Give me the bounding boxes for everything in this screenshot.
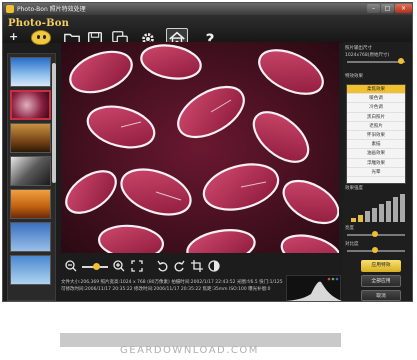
app-window: Photo-Bon 照片特效处理 – □ × Photo-Bon ? + 文件大… bbox=[2, 2, 413, 302]
strength-bar[interactable] bbox=[372, 207, 377, 222]
histogram bbox=[286, 275, 342, 301]
thumbnail[interactable] bbox=[10, 189, 51, 219]
effect-item[interactable]: 浮雕效果 bbox=[347, 159, 405, 168]
effect-item[interactable]: 老照片 bbox=[347, 122, 405, 131]
effect-item[interactable]: 素描 bbox=[347, 140, 405, 150]
effect-item[interactable]: 柔焦效果 bbox=[347, 85, 405, 95]
window-title: Photo-Bon 照片特效处理 bbox=[17, 6, 86, 13]
size-slider-knob[interactable] bbox=[398, 58, 404, 64]
photo-preview[interactable] bbox=[61, 42, 339, 253]
effect-item[interactable]: 冷色调 bbox=[347, 103, 405, 113]
strength-bar[interactable] bbox=[386, 200, 391, 222]
brightness-slider-knob[interactable] bbox=[372, 231, 378, 237]
effect-item[interactable]: 油画效果 bbox=[347, 149, 405, 159]
effect-item[interactable]: 黑白照片 bbox=[347, 113, 405, 122]
close-button[interactable]: × bbox=[395, 4, 412, 13]
watermark: GEARDOWNLOAD.COM bbox=[120, 345, 259, 356]
effect-item[interactable]: 光晕 bbox=[347, 168, 405, 177]
thumbnail-strip[interactable] bbox=[7, 53, 56, 301]
thumbnail[interactable] bbox=[10, 255, 51, 285]
app-logo: Photo-Bon bbox=[8, 18, 70, 29]
strength-bar[interactable] bbox=[351, 218, 356, 222]
app-icon bbox=[6, 5, 14, 13]
crop-icon[interactable] bbox=[191, 260, 203, 272]
output-size-label: 照片输出尺寸 bbox=[345, 46, 372, 51]
rotate-right-icon[interactable] bbox=[173, 260, 185, 272]
thumbnail[interactable] bbox=[10, 57, 51, 87]
apply-all-button[interactable]: 全部应用 bbox=[361, 275, 401, 287]
strength-bar[interactable] bbox=[393, 197, 398, 222]
contrast-icon[interactable] bbox=[208, 260, 220, 272]
effects-label: 特效效果 bbox=[345, 74, 363, 79]
info-line-2: 可修改时间:2006/11/17 20:35:22 修改时间:2006/11/1… bbox=[61, 287, 271, 292]
add-photo-button[interactable]: + bbox=[9, 30, 18, 43]
zoom-out-icon[interactable] bbox=[65, 260, 77, 272]
photo-info: 文件大小:206,369 照片宽高:1024 x 768 (80万像素) 拍摄时… bbox=[61, 279, 285, 293]
screenshot-root: Photo-Bon 照片特效处理 – □ × Photo-Bon ? + 文件大… bbox=[0, 0, 417, 360]
rotate-left-icon[interactable] bbox=[157, 260, 169, 272]
strength-bar[interactable] bbox=[365, 211, 370, 222]
zoom-slider-knob[interactable] bbox=[93, 263, 101, 270]
apply-button[interactable]: 应用特效 bbox=[361, 260, 401, 272]
cancel-button[interactable]: 取消 bbox=[361, 290, 401, 301]
zoom-in-icon[interactable] bbox=[113, 260, 125, 272]
thumbnail[interactable] bbox=[10, 222, 51, 252]
minimize-button[interactable]: – bbox=[367, 4, 380, 13]
strength-bar[interactable] bbox=[400, 193, 405, 222]
thumbnail-scrollbar[interactable] bbox=[52, 63, 56, 183]
strength-label: 效果强度 bbox=[345, 186, 363, 191]
effect-list[interactable]: 柔焦效果 暖色调 冷色调 黑白照片 老照片 怀旧效果 素描 油画效果 浮雕效果 光晕 bbox=[346, 84, 406, 184]
strength-bar[interactable] bbox=[358, 214, 363, 222]
title-bar: Photo-Bon 照片特效处理 – □ × bbox=[3, 3, 412, 15]
thumbnail[interactable] bbox=[10, 123, 51, 153]
effect-item[interactable]: 暖色调 bbox=[347, 94, 405, 104]
output-size-value: 1024x768(原始尺寸) bbox=[345, 53, 390, 58]
effect-item[interactable]: 怀旧效果 bbox=[347, 131, 405, 141]
maximize-button[interactable]: □ bbox=[381, 4, 394, 13]
contrast-slider-knob[interactable] bbox=[372, 247, 378, 253]
fit-screen-icon[interactable] bbox=[131, 260, 143, 272]
thumbnail-selected[interactable] bbox=[10, 90, 51, 120]
size-slider-track[interactable] bbox=[347, 61, 405, 63]
image-toolbar bbox=[61, 257, 342, 275]
histogram-graph bbox=[287, 277, 342, 301]
mascot-icon bbox=[31, 30, 51, 45]
strength-bar[interactable] bbox=[379, 204, 384, 222]
info-line-1: 文件大小:206,369 照片宽高:1024 x 768 (80万像素) 拍摄时… bbox=[61, 280, 283, 285]
contrast-label: 对比度 bbox=[345, 242, 359, 247]
window-controls: – □ × bbox=[367, 4, 412, 13]
app-header: Photo-Bon ? bbox=[3, 15, 412, 50]
strength-meter[interactable] bbox=[351, 192, 407, 222]
brightness-label: 亮度 bbox=[345, 226, 354, 231]
frosted-leaves-image bbox=[61, 42, 339, 253]
thumbnail[interactable] bbox=[10, 156, 51, 186]
settings-panel: 照片输出尺寸 1024x768(原始尺寸) 特效效果 柔焦效果 暖色调 冷色调 黑白照… bbox=[343, 42, 411, 301]
